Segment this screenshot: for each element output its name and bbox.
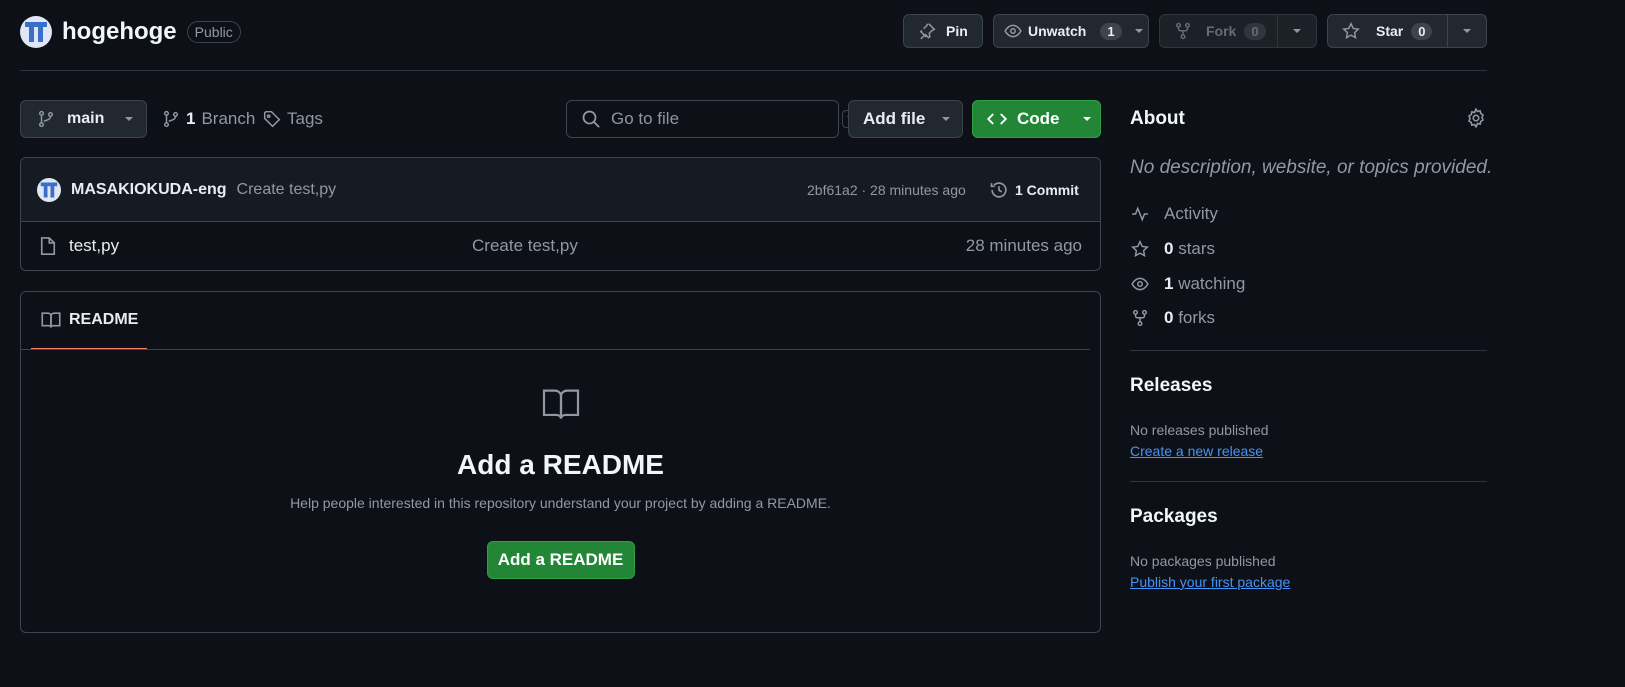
readme-empty-state: Add a README Help people interested in t… bbox=[21, 387, 1100, 579]
commit-author[interactable]: MASAKIOKUDA-eng bbox=[71, 181, 227, 199]
fork-counter: 0 bbox=[1244, 22, 1266, 40]
fork-icon bbox=[1130, 309, 1150, 327]
caret-down-icon bbox=[1292, 26, 1302, 36]
commit-count-label: 1 Commit bbox=[1015, 182, 1079, 198]
git-branch-icon bbox=[162, 110, 180, 128]
header-divider bbox=[20, 70, 1487, 71]
latest-commit-bar: MASAKIOKUDA-eng Create test,py 2bf61a2 ·… bbox=[21, 158, 1100, 222]
publish-package-link[interactable]: Publish your first package bbox=[1130, 574, 1290, 590]
about-description: No description, website, or topics provi… bbox=[1130, 157, 1493, 178]
pin-button[interactable]: Pin bbox=[903, 14, 983, 48]
star-icon bbox=[1130, 240, 1150, 258]
star-label: Star bbox=[1376, 23, 1404, 39]
forks-count: 0 bbox=[1164, 308, 1174, 327]
code-label: Code bbox=[1017, 109, 1060, 128]
tag-icon bbox=[263, 110, 281, 128]
readme-tab-label: README bbox=[69, 311, 139, 328]
releases-heading[interactable]: Releases bbox=[1130, 375, 1212, 397]
gear-icon[interactable] bbox=[1466, 108, 1486, 128]
file-name[interactable]: test,py bbox=[69, 236, 119, 256]
caret-down-icon bbox=[1134, 26, 1144, 36]
book-icon bbox=[41, 311, 61, 329]
unwatch-button[interactable]: Unwatch 1 bbox=[993, 14, 1149, 48]
go-to-file-input[interactable] bbox=[611, 109, 832, 129]
eye-icon bbox=[1130, 275, 1150, 293]
forks-label: forks bbox=[1178, 308, 1216, 327]
star-button[interactable]: Star 0 bbox=[1327, 14, 1487, 48]
tags-label: Tags bbox=[287, 109, 323, 128]
packages-heading[interactable]: Packages bbox=[1130, 506, 1218, 528]
author-avatar[interactable] bbox=[37, 177, 61, 202]
fork-icon bbox=[1174, 22, 1192, 40]
commit-hash-time[interactable]: 2bf61a2 · 28 minutes ago bbox=[807, 158, 966, 222]
commits-link[interactable]: 1 Commit bbox=[989, 158, 1079, 222]
owner-avatar[interactable] bbox=[20, 16, 52, 48]
star-dropdown[interactable] bbox=[1448, 15, 1486, 47]
pin-icon bbox=[918, 22, 936, 40]
releases-status: No releases published bbox=[1130, 422, 1269, 438]
pin-label: Pin bbox=[946, 23, 968, 39]
forks-link[interactable]: 0 forks bbox=[1130, 306, 1215, 330]
file-icon bbox=[39, 236, 57, 256]
activity-link[interactable]: Activity bbox=[1130, 202, 1218, 226]
add-file-label: Add file bbox=[863, 109, 926, 128]
branch-selector[interactable]: main bbox=[20, 100, 147, 138]
readme-tab[interactable]: README bbox=[31, 292, 147, 350]
caret-down-icon bbox=[1082, 114, 1092, 124]
history-icon bbox=[989, 180, 1009, 200]
fork-dropdown[interactable] bbox=[1278, 15, 1316, 47]
caret-down-icon bbox=[941, 114, 951, 124]
add-readme-button[interactable]: Add a README bbox=[486, 541, 635, 579]
pulse-icon bbox=[1130, 205, 1150, 223]
file-table: MASAKIOKUDA-eng Create test,py 2bf61a2 ·… bbox=[20, 157, 1101, 271]
tags-link[interactable]: Tags bbox=[263, 100, 323, 138]
file-age: 28 minutes ago bbox=[965, 236, 1082, 255]
add-file-button[interactable]: Add file bbox=[848, 100, 963, 138]
visibility-badge: Public bbox=[186, 21, 241, 43]
repo-name[interactable]: hogehoge bbox=[62, 18, 177, 46]
star-icon bbox=[1342, 22, 1360, 40]
branch-label: Branch bbox=[201, 109, 256, 128]
stars-link[interactable]: 0 stars bbox=[1130, 237, 1215, 261]
sidebar-divider bbox=[1130, 350, 1487, 351]
code-button[interactable]: Code bbox=[972, 100, 1101, 138]
book-icon bbox=[541, 387, 581, 421]
commit-message[interactable]: Create test,py bbox=[237, 181, 337, 199]
branches-link[interactable]: 1 Branch bbox=[162, 100, 255, 138]
fork-button[interactable]: Fork 0 bbox=[1159, 14, 1317, 48]
watching-label: watching bbox=[1178, 274, 1246, 293]
watching-count: 1 bbox=[1164, 274, 1174, 293]
unwatch-label: Unwatch bbox=[1028, 23, 1087, 39]
stars-count: 0 bbox=[1164, 239, 1174, 258]
repo-header: hogehoge Public bbox=[20, 14, 241, 50]
caret-down-icon bbox=[1462, 26, 1472, 36]
watching-link[interactable]: 1 watching bbox=[1130, 272, 1245, 296]
sidebar-divider bbox=[1130, 481, 1487, 482]
search-icon bbox=[581, 109, 601, 129]
stars-label: stars bbox=[1178, 239, 1216, 258]
eye-icon bbox=[1004, 22, 1022, 40]
watch-counter: 1 bbox=[1100, 22, 1122, 40]
branch-name: main bbox=[67, 110, 105, 127]
file-row[interactable]: test,py Create test,py 28 minutes ago bbox=[21, 222, 1100, 270]
readme-title: Add a README bbox=[457, 449, 664, 480]
code-icon bbox=[987, 109, 1007, 129]
go-to-file-search[interactable]: t bbox=[566, 100, 860, 138]
readme-panel: README Add a README Help people interest… bbox=[20, 291, 1101, 633]
packages-status: No packages published bbox=[1130, 553, 1276, 569]
activity-label: Activity bbox=[1164, 204, 1218, 223]
file-commit-message[interactable]: Create test,py bbox=[472, 236, 578, 256]
about-heading: About bbox=[1130, 108, 1185, 129]
git-branch-icon bbox=[37, 110, 55, 128]
caret-down-icon bbox=[124, 114, 134, 124]
fork-label: Fork bbox=[1206, 23, 1237, 39]
star-counter: 0 bbox=[1411, 22, 1433, 40]
branch-count: 1 bbox=[186, 109, 196, 128]
readme-description: Help people interested in this repositor… bbox=[290, 495, 831, 511]
create-release-link[interactable]: Create a new release bbox=[1130, 443, 1263, 459]
